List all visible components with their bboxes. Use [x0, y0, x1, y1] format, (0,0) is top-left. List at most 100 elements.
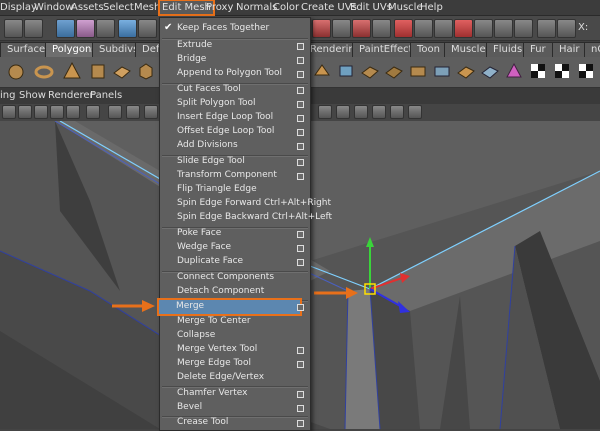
- edge-mode-icon[interactable]: [138, 19, 157, 38]
- option-box-icon[interactable]: [297, 173, 304, 180]
- option-box-icon[interactable]: [297, 347, 304, 354]
- boolean-icon[interactable]: [408, 61, 428, 81]
- camera-attr-icon[interactable]: [2, 105, 16, 119]
- option-box-icon[interactable]: [297, 129, 304, 136]
- panel-menu-lighting[interactable]: ing: [0, 90, 15, 101]
- menu-item-merge-edge-tool[interactable]: Merge Edge Tool: [160, 357, 310, 371]
- poly-torus-icon[interactable]: [34, 61, 54, 81]
- xray-icon[interactable]: [354, 105, 368, 119]
- move-manipulator[interactable]: [330, 233, 420, 323]
- lights-icon[interactable]: [318, 105, 332, 119]
- option-box-icon[interactable]: [297, 143, 304, 150]
- uv-checker-icon-3[interactable]: [576, 61, 596, 81]
- history-icon[interactable]: [394, 19, 413, 38]
- menu-mesh[interactable]: Mesh: [134, 1, 160, 14]
- hud-icon[interactable]: [390, 105, 404, 119]
- menu-item-bridge[interactable]: Bridge: [160, 53, 310, 67]
- tab-nc[interactable]: nC: [584, 42, 600, 57]
- menu-help[interactable]: Help: [420, 1, 443, 14]
- snap-point-icon[interactable]: [352, 19, 371, 38]
- snap-grid-icon[interactable]: [312, 19, 331, 38]
- select-tool-icon[interactable]: [4, 19, 23, 38]
- option-box-icon[interactable]: [297, 259, 304, 266]
- menu-item-wedge-face[interactable]: Wedge Face: [160, 241, 310, 255]
- tab-hair[interactable]: Hair: [552, 42, 587, 57]
- poly-plane-icon[interactable]: [112, 61, 132, 81]
- menu-item-flip-triangle-edge[interactable]: Flip Triangle Edge: [160, 183, 310, 197]
- numeric-input-icon[interactable]: [557, 19, 576, 38]
- vertex-mode-icon[interactable]: [118, 19, 137, 38]
- menu-item-keep-faces-together[interactable]: ✔ Keep Faces Together: [160, 22, 310, 36]
- menu-edit-uvs[interactable]: Edit UVs: [350, 1, 392, 14]
- reduce-icon[interactable]: [456, 61, 476, 81]
- option-box-icon[interactable]: [297, 87, 304, 94]
- poly-cone-icon[interactable]: [62, 61, 82, 81]
- xform-icon[interactable]: [537, 19, 556, 38]
- snap-curve-icon[interactable]: [332, 19, 351, 38]
- menu-item-extrude[interactable]: Extrude: [160, 39, 310, 53]
- menu-item-add-divisions[interactable]: Add Divisions: [160, 139, 310, 153]
- menu-select[interactable]: Select: [103, 1, 134, 14]
- menu-create-uvs[interactable]: Create UVs: [301, 1, 357, 14]
- menu-window[interactable]: Window: [34, 1, 73, 14]
- extract-icon[interactable]: [360, 61, 380, 81]
- isolate-icon[interactable]: [372, 105, 386, 119]
- menu-item-transform-component[interactable]: Transform Component: [160, 169, 310, 183]
- menu-item-offset-edge-loop[interactable]: Offset Edge Loop Tool: [160, 125, 310, 139]
- option-box-icon[interactable]: [297, 71, 304, 78]
- ipr-render-icon[interactable]: [434, 19, 453, 38]
- render-view-icon[interactable]: [494, 19, 513, 38]
- triangulate-icon[interactable]: [504, 61, 524, 81]
- panel-menu-panels[interactable]: Panels: [90, 90, 122, 101]
- option-box-icon[interactable]: [297, 43, 304, 50]
- option-box-icon[interactable]: [297, 361, 304, 368]
- menu-proxy[interactable]: Proxy: [206, 1, 233, 14]
- uv-checker-icon-2[interactable]: [552, 61, 572, 81]
- separate-icon[interactable]: [336, 61, 356, 81]
- menu-item-append-to-polygon[interactable]: Append to Polygon Tool: [160, 67, 310, 81]
- poly-sphere-icon[interactable]: [6, 61, 26, 81]
- option-box-icon[interactable]: [297, 57, 304, 64]
- hypershade-icon[interactable]: [474, 19, 493, 38]
- mirror-icon[interactable]: [432, 61, 452, 81]
- lasso-tool-icon[interactable]: [24, 19, 43, 38]
- textured-icon[interactable]: [144, 105, 158, 119]
- menu-item-delete-edge-vertex[interactable]: Delete Edge/Vertex: [160, 371, 310, 385]
- menu-item-collapse[interactable]: Collapse: [160, 329, 310, 343]
- panel-menu-renderer[interactable]: Renderer: [48, 90, 94, 101]
- menu-item-connect-components[interactable]: Connect Components: [160, 271, 310, 285]
- bookmark-icon[interactable]: [18, 105, 32, 119]
- menu-normals[interactable]: Normals: [236, 1, 277, 14]
- poly-cylinder-icon[interactable]: [88, 61, 108, 81]
- option-box-icon[interactable]: [297, 115, 304, 122]
- combine-icon[interactable]: [312, 61, 332, 81]
- tab-toon[interactable]: Toon: [410, 42, 447, 57]
- menu-item-merge-vertex-tool[interactable]: Merge Vertex Tool: [160, 343, 310, 357]
- menu-item-cut-faces[interactable]: Cut Faces Tool: [160, 83, 310, 97]
- menu-item-bevel[interactable]: Bevel: [160, 401, 310, 415]
- option-box-icon[interactable]: [297, 245, 304, 252]
- select-by-object-icon[interactable]: [76, 19, 95, 38]
- film-gate-icon[interactable]: [66, 105, 80, 119]
- menu-item-merge[interactable]: Merge: [157, 298, 302, 316]
- menu-item-slide-edge[interactable]: Slide Edge Tool: [160, 155, 310, 169]
- option-box-icon[interactable]: [297, 159, 304, 166]
- menu-color[interactable]: Color: [273, 1, 299, 14]
- resolution-gate-icon[interactable]: [86, 105, 100, 119]
- image-plane-icon[interactable]: [34, 105, 48, 119]
- menu-item-poke-face[interactable]: Poke Face: [160, 227, 310, 241]
- smooth-icon[interactable]: [384, 61, 404, 81]
- merge-option-box-icon[interactable]: [297, 304, 304, 311]
- menu-display[interactable]: Display: [0, 1, 37, 14]
- option-box-icon[interactable]: [297, 391, 304, 398]
- panel-menu-show[interactable]: Show: [19, 90, 46, 101]
- grid-icon[interactable]: [50, 105, 64, 119]
- select-by-component-icon[interactable]: [96, 19, 115, 38]
- menu-item-chamfer-vertex[interactable]: Chamfer Vertex: [160, 387, 310, 401]
- menu-item-merge-to-center[interactable]: Merge To Center: [160, 315, 310, 329]
- menu-item-detach-component[interactable]: Detach Component: [160, 285, 310, 299]
- render-frame-icon[interactable]: [414, 19, 433, 38]
- tab-fur[interactable]: Fur: [523, 42, 553, 57]
- ssao-icon[interactable]: [408, 105, 422, 119]
- poly-cube-icon[interactable]: [136, 61, 156, 81]
